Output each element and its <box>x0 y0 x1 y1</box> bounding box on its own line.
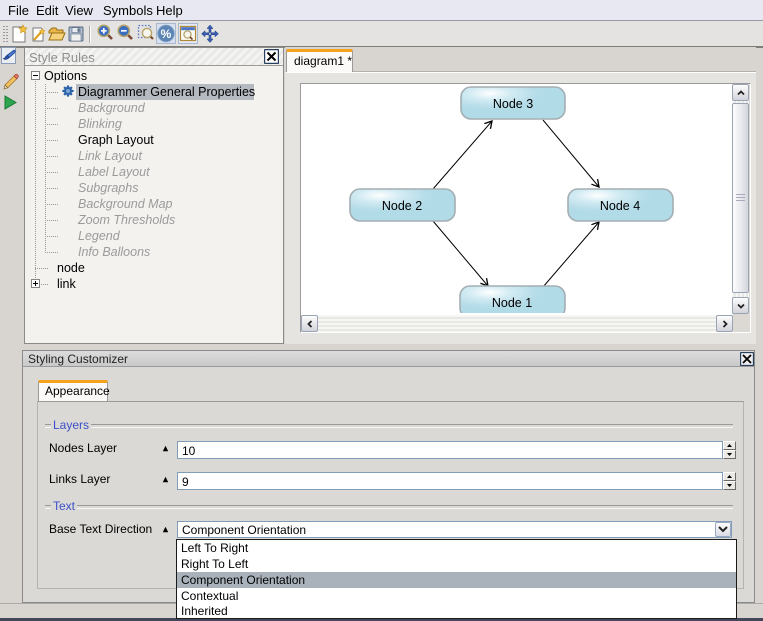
svg-text:Node 2: Node 2 <box>382 199 422 213</box>
svg-text:%: % <box>161 27 172 41</box>
svg-text:Node 4: Node 4 <box>600 199 640 213</box>
svg-text:Node 3: Node 3 <box>493 97 533 111</box>
svg-text:Node 1: Node 1 <box>492 296 532 310</box>
